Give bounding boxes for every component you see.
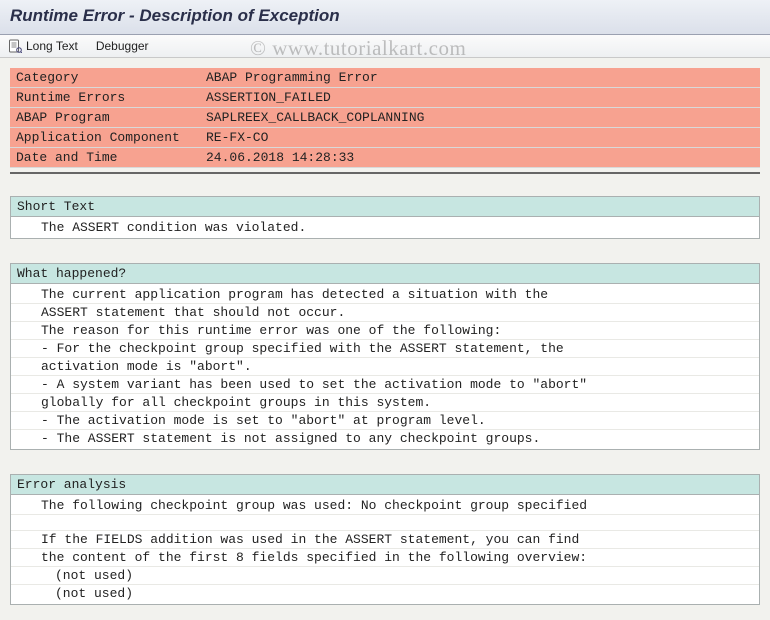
table-row: ABAP ProgramSAPLREEX_CALLBACK_COPLANNING [10, 108, 760, 128]
summary-value: ASSERTION_FAILED [200, 88, 760, 108]
text-line: activation mode is "abort". [11, 358, 759, 376]
text-line: The ASSERT condition was violated. [11, 219, 759, 236]
text-line: If the FIELDS addition was used in the A… [11, 531, 759, 549]
text-line: The current application program has dete… [11, 286, 759, 304]
text-line: - A system variant has been used to set … [11, 376, 759, 394]
text-line: The following checkpoint group was used:… [11, 497, 759, 515]
summary-value: RE-FX-CO [200, 128, 760, 148]
section-body: The ASSERT condition was violated. [10, 216, 760, 239]
summary-key: Date and Time [10, 148, 200, 168]
title-bar: Runtime Error - Description of Exception [0, 0, 770, 35]
summary-value: 24.06.2018 14:28:33 [200, 148, 760, 168]
section-short-text: Short Text The ASSERT condition was viol… [10, 196, 760, 239]
text-line: the content of the first 8 fields specif… [11, 549, 759, 567]
text-line: - The ASSERT statement is not assigned t… [11, 430, 759, 447]
text-line: (not used) [11, 585, 759, 602]
table-row: Application ComponentRE-FX-CO [10, 128, 760, 148]
table-row: CategoryABAP Programming Error [10, 68, 760, 88]
text-line: - The activation mode is set to "abort" … [11, 412, 759, 430]
debugger-label: Debugger [96, 39, 149, 53]
summary-key: Runtime Errors [10, 88, 200, 108]
text-line: globally for all checkpoint groups in th… [11, 394, 759, 412]
summary-value: ABAP Programming Error [200, 68, 760, 88]
text-line: (not used) [11, 567, 759, 585]
section-what-happened: What happened? The current application p… [10, 263, 760, 450]
text-line [11, 515, 759, 531]
section-error-analysis: Error analysis The following checkpoint … [10, 474, 760, 605]
table-row: Runtime ErrorsASSERTION_FAILED [10, 88, 760, 108]
summary-table: CategoryABAP Programming ErrorRuntime Er… [10, 68, 760, 168]
section-header: What happened? [10, 263, 760, 283]
long-text-button[interactable]: Long Text [8, 39, 78, 53]
section-header: Short Text [10, 196, 760, 216]
text-line: The reason for this runtime error was on… [11, 322, 759, 340]
section-header: Error analysis [10, 474, 760, 494]
table-row: Date and Time24.06.2018 14:28:33 [10, 148, 760, 168]
summary-key: Application Component [10, 128, 200, 148]
content-area: CategoryABAP Programming ErrorRuntime Er… [0, 58, 770, 605]
document-icon [8, 39, 22, 53]
summary-value: SAPLREEX_CALLBACK_COPLANNING [200, 108, 760, 128]
section-body: The following checkpoint group was used:… [10, 494, 760, 605]
summary-key: ABAP Program [10, 108, 200, 128]
text-line: - For the checkpoint group specified wit… [11, 340, 759, 358]
long-text-label: Long Text [26, 39, 78, 53]
debugger-button[interactable]: Debugger [96, 39, 149, 53]
section-body: The current application program has dete… [10, 283, 760, 450]
text-line: ASSERT statement that should not occur. [11, 304, 759, 322]
window-title: Runtime Error - Description of Exception [10, 6, 760, 26]
toolbar: Long Text Debugger [0, 35, 770, 58]
summary-key: Category [10, 68, 200, 88]
summary-separator [10, 172, 760, 174]
